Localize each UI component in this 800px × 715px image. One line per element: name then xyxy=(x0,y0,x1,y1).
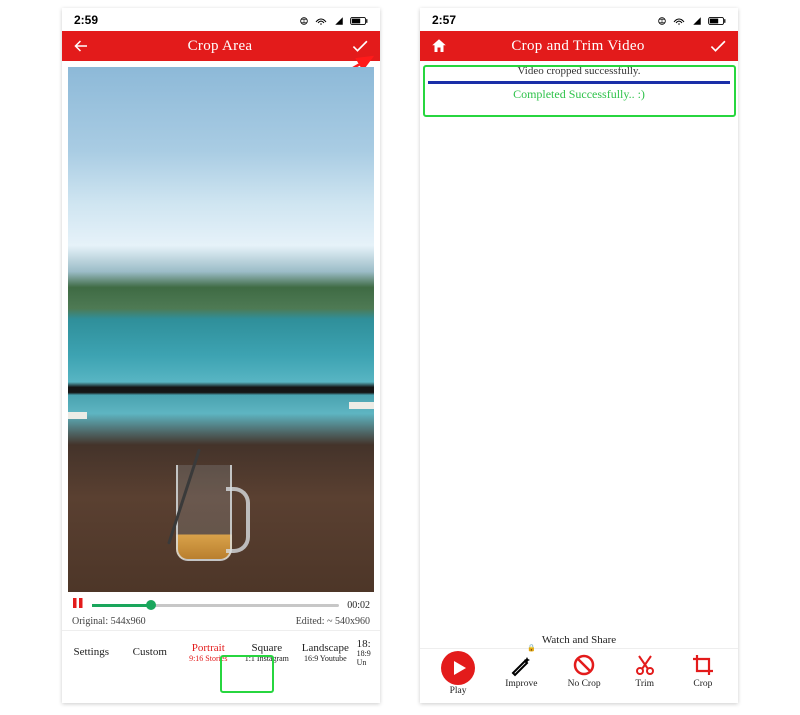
clock-left: 2:59 xyxy=(74,13,98,27)
play-icon[interactable] xyxy=(441,651,475,685)
nocrop-icon xyxy=(570,651,598,679)
clock-right: 2:57 xyxy=(432,13,456,27)
ws-improve[interactable]: 🔒 Improve xyxy=(505,651,537,690)
progress-bar: 00:02 xyxy=(62,594,380,616)
ws-trim-label: Trim xyxy=(635,680,654,690)
completed-message: Completed Successfully.. :) xyxy=(420,84,738,107)
watch-and-share: Watch and Share Play 🔒 Improve xyxy=(420,634,738,701)
ws-crop[interactable]: Crop xyxy=(689,651,717,690)
home-icon[interactable] xyxy=(430,37,448,55)
back-icon[interactable] xyxy=(72,37,90,55)
watch-share-title: Watch and Share xyxy=(420,634,738,648)
ratio-square[interactable]: Square 1:1 Instagram xyxy=(238,631,297,675)
original-dim: Original: 544x960 xyxy=(72,616,146,627)
scissors-icon xyxy=(631,651,659,679)
header-right: Crop and Trim Video xyxy=(420,31,738,61)
statusbar-left: 2:59 xyxy=(62,8,380,31)
wand-icon xyxy=(507,651,535,679)
phone-right: 2:57 Crop and Trim Video Video cropped s… xyxy=(420,8,738,703)
header-title-right: Crop and Trim Video xyxy=(448,38,708,55)
header-title-left: Crop Area xyxy=(90,38,350,55)
status-icons-right xyxy=(654,13,726,27)
ratio-custom[interactable]: Custom xyxy=(121,631,180,675)
ratio-189[interactable]: 18: 18:9 Un xyxy=(355,631,380,675)
ws-improve-label: Improve xyxy=(505,680,537,690)
ws-play[interactable]: Play xyxy=(441,651,475,697)
ws-play-label: Play xyxy=(450,687,467,697)
time-label: 00:02 xyxy=(347,600,370,611)
stage: 2:59 Crop Area xyxy=(0,0,800,715)
confirm-icon-right[interactable] xyxy=(708,36,728,56)
seek-thumb[interactable] xyxy=(146,600,156,610)
header-left: Crop Area xyxy=(62,31,380,61)
ratio-landscape[interactable]: Landscape 16:9 Youtube xyxy=(296,631,355,675)
ws-nocrop-label: No Crop xyxy=(568,680,601,690)
glass-object xyxy=(176,465,248,563)
dimension-row: Original: 544x960 Edited: ~ 540x960 xyxy=(62,616,380,630)
phone-left: 2:59 Crop Area xyxy=(62,8,380,703)
aspect-ratio-bar: Settings Custom Portrait 9:16 Stories Sq… xyxy=(62,630,380,675)
edited-dim: Edited: ~ 540x960 xyxy=(296,616,370,627)
ws-nocrop[interactable]: No Crop xyxy=(568,651,601,690)
ratio-portrait[interactable]: Portrait 9:16 Stories xyxy=(179,631,238,675)
status-icons-left xyxy=(296,13,368,27)
success-message: Video cropped successfully. xyxy=(420,61,738,77)
crop-icon xyxy=(689,651,717,679)
confirm-icon[interactable] xyxy=(350,36,370,56)
video-preview[interactable] xyxy=(68,67,374,592)
statusbar-right: 2:57 xyxy=(420,8,738,31)
ws-trim[interactable]: Trim xyxy=(631,651,659,690)
lock-icon: 🔒 xyxy=(527,645,536,652)
pause-icon[interactable] xyxy=(72,596,84,614)
ws-crop-label: Crop xyxy=(693,680,712,690)
ratio-settings[interactable]: Settings xyxy=(62,631,121,675)
seek-track[interactable] xyxy=(92,604,339,607)
